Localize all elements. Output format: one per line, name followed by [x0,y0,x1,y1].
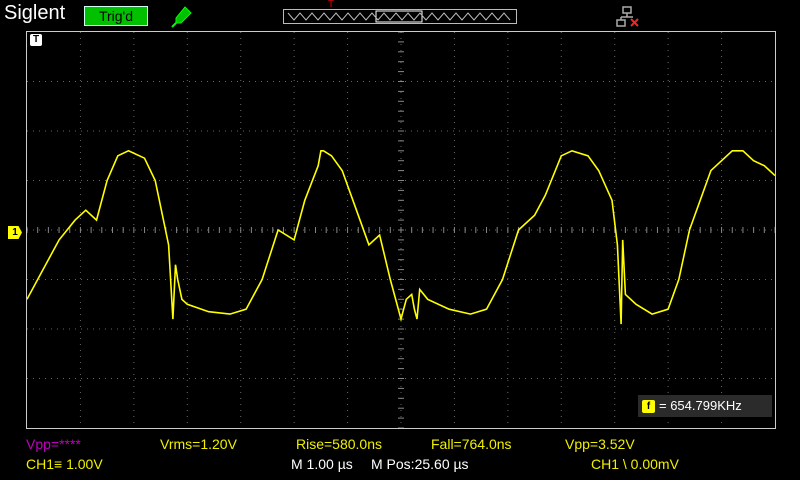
waveform-display[interactable] [26,31,776,429]
measurement-fall: Fall=764.0ns [431,436,512,452]
frequency-value: = 654.799KHz [659,398,742,413]
measurement-rise: Rise=580.0ns [296,436,383,452]
trigger-setting[interactable]: CH1 \ 0.00mV [591,456,679,472]
memory-position[interactable]: M Pos:25.60 µs [371,456,469,472]
brand-label: Siglent [4,2,66,24]
probe-icon[interactable] [170,4,194,28]
timebase[interactable]: M 1.00 µs [291,456,353,472]
measurement-vpp-ch2: Vpp=**** [26,436,81,452]
frequency-icon: f [642,400,655,414]
ch1-scale[interactable]: CH1≡ 1.00V [26,456,103,472]
trigger-position-marker: T [328,0,335,10]
ch1-ground-marker[interactable]: 1 [8,226,22,239]
memory-position-bar[interactable] [283,9,517,24]
trigger-marker-icon: T [30,34,42,46]
measurement-vrms: Vrms=1.20V [160,436,237,452]
measurement-vpp: Vpp=3.52V [565,436,635,452]
frequency-readout: f = 654.799KHz [638,395,772,417]
network-disconnected-icon[interactable] [616,6,640,28]
waveform-svg [27,32,775,428]
graticule [27,32,775,428]
trigger-status-badge: Trig'd [84,6,148,26]
